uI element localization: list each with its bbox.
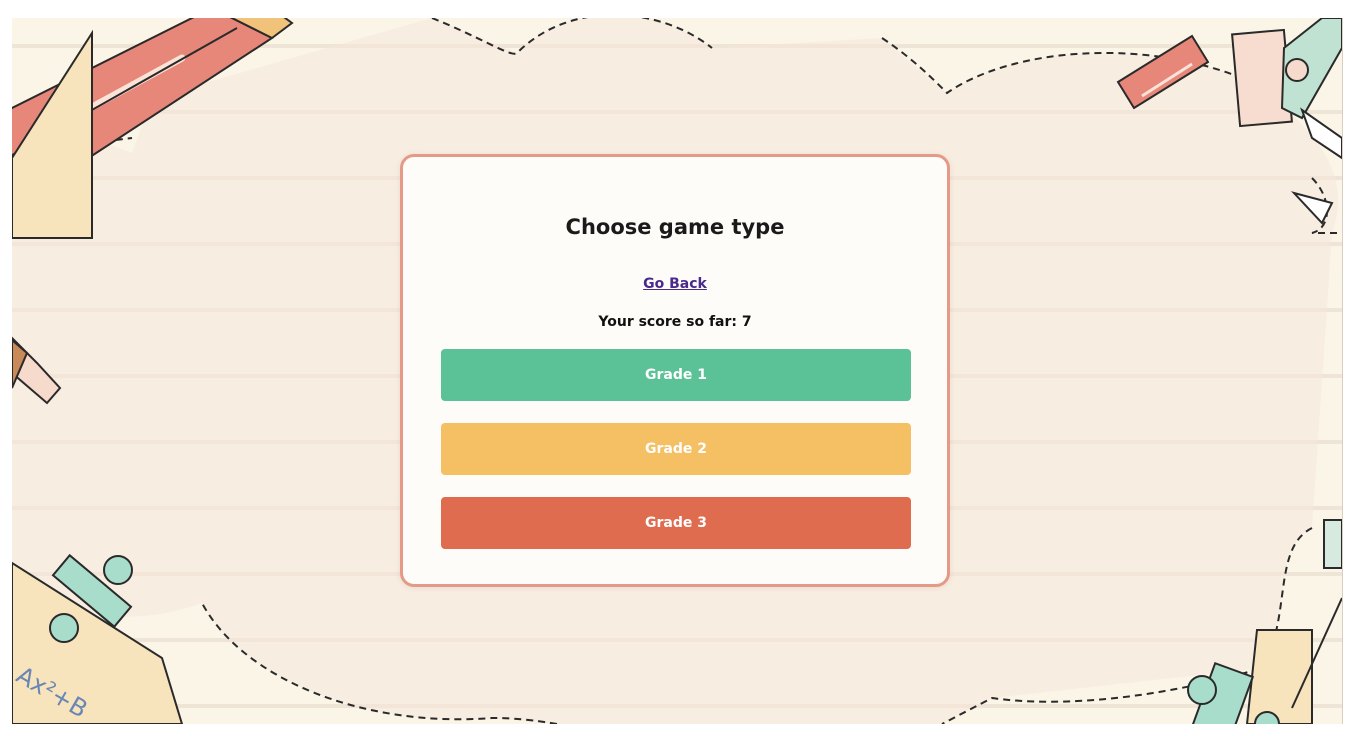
go-back-link[interactable]: Go Back <box>403 276 947 292</box>
grade-3-button[interactable]: Grade 3 <box>441 497 911 549</box>
score-text: Your score so far: 7 <box>598 314 752 330</box>
viewport: Ax²+B Choose game type Go Back Your scor… <box>12 18 1343 724</box>
page-title: Choose game type <box>565 215 785 239</box>
game-type-card: Choose game type Go Back Your score so f… <box>400 154 950 587</box>
grade-2-button[interactable]: Grade 2 <box>441 423 911 475</box>
grade-1-button[interactable]: Grade 1 <box>441 349 911 401</box>
